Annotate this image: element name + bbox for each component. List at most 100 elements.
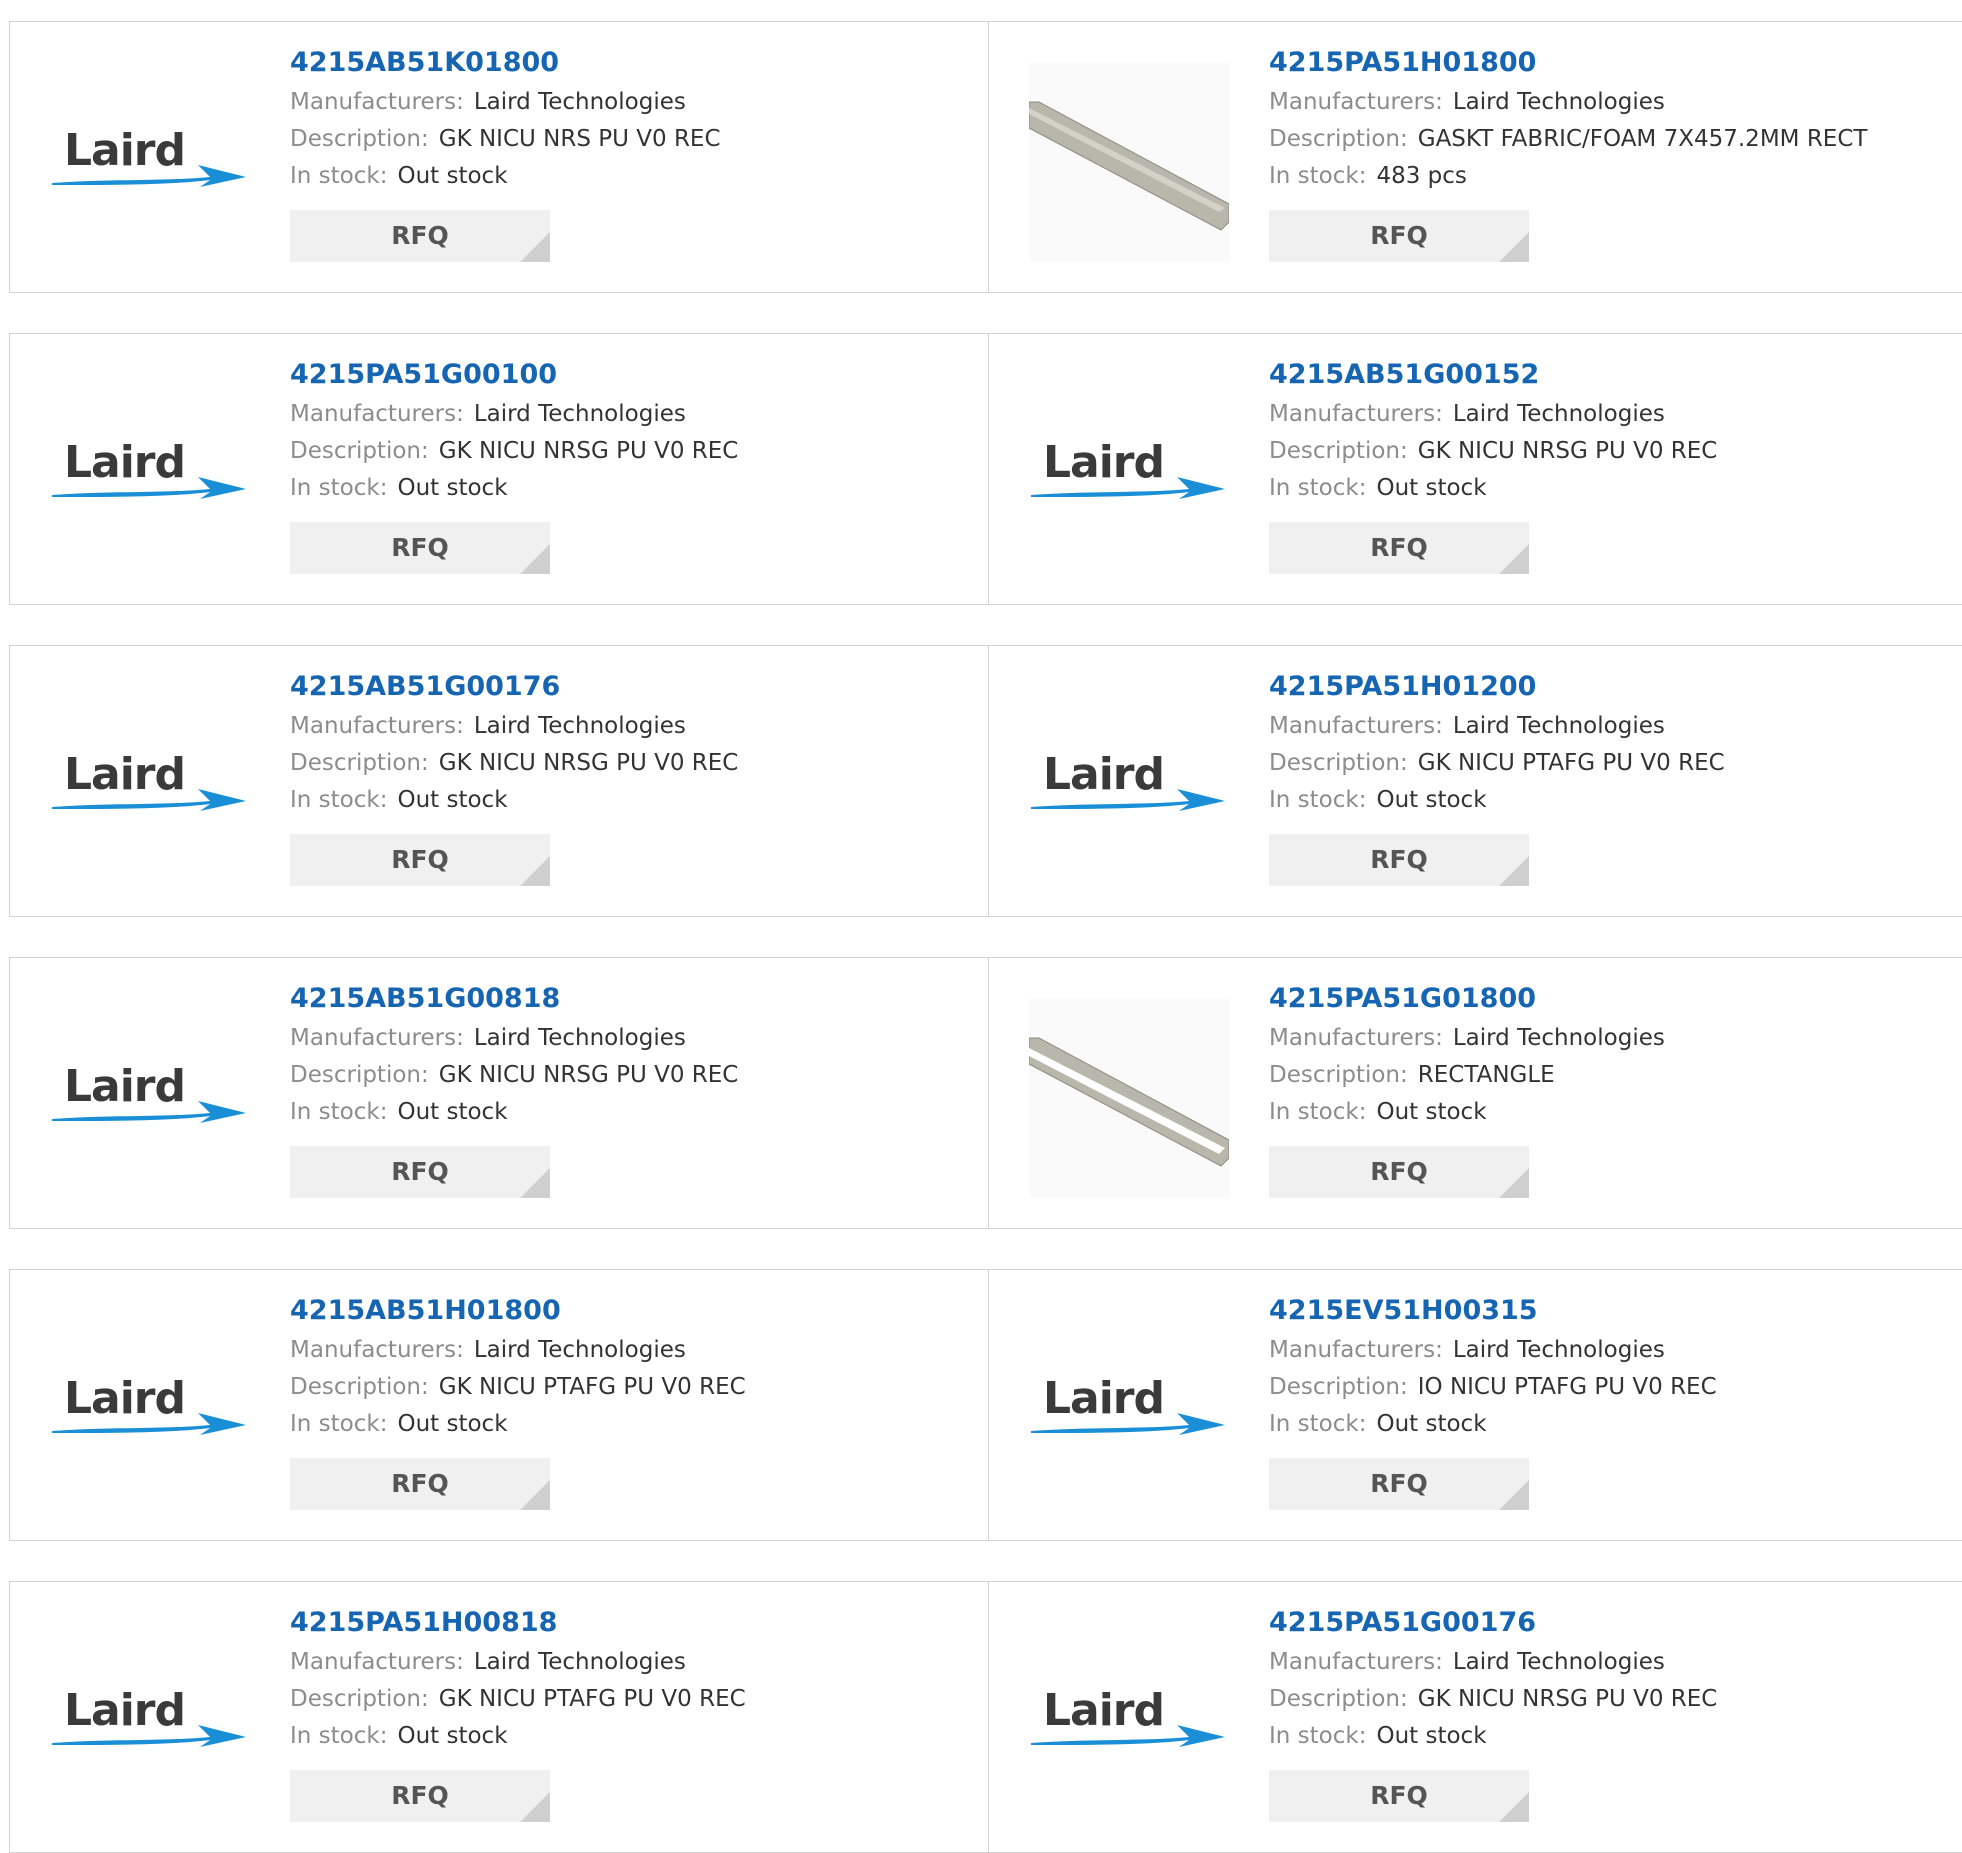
manufacturer-value: Laird Technologies bbox=[473, 713, 686, 739]
rfq-button[interactable]: RFQ bbox=[1269, 1770, 1529, 1822]
product-image[interactable]: Laird bbox=[50, 998, 250, 1198]
part-number-link[interactable]: 4215PA51G01800 bbox=[1269, 982, 1943, 1020]
rfq-button[interactable]: RFQ bbox=[1269, 1146, 1529, 1198]
product-image[interactable]: Laird bbox=[1029, 1310, 1229, 1510]
description-value: GK NICU NRSG PU V0 REC bbox=[1417, 1686, 1718, 1712]
product-info: 4215PA51G00100 Manufacturers: Laird Techn… bbox=[290, 358, 968, 574]
product-info: 4215AB51G00176 Manufacturers: Laird Techn… bbox=[290, 670, 968, 886]
part-number-link[interactable]: 4215PA51H01200 bbox=[1269, 670, 1943, 708]
stock-label: In stock: bbox=[1269, 787, 1367, 813]
corner-triangle-icon bbox=[1499, 856, 1529, 886]
manufacturer-row: Manufacturers: Laird Technologies bbox=[1269, 1020, 1943, 1057]
rfq-button[interactable]: RFQ bbox=[290, 210, 550, 262]
manufacturer-label: Manufacturers: bbox=[290, 89, 464, 115]
rfq-button[interactable]: RFQ bbox=[290, 1770, 550, 1822]
product-card: Laird 4215PA51G00100 Manufacturers: Laird… bbox=[10, 334, 989, 604]
stock-value: Out stock bbox=[1376, 475, 1487, 501]
stock-row: In stock: Out stock bbox=[1269, 1718, 1943, 1755]
stock-row: In stock: Out stock bbox=[290, 1406, 968, 1443]
description-value: GK NICU PTAFG PU V0 REC bbox=[438, 1686, 746, 1712]
part-number-link[interactable]: 4215AB51K01800 bbox=[290, 46, 968, 84]
description-value: GK NICU NRSG PU V0 REC bbox=[438, 438, 739, 464]
corner-triangle-icon bbox=[1499, 1480, 1529, 1510]
product-info: 4215EV51H00315 Manufacturers: Laird Techn… bbox=[1269, 1294, 1943, 1510]
product-image[interactable]: Laird bbox=[1029, 374, 1229, 574]
manufacturer-value: Laird Technologies bbox=[1452, 1337, 1665, 1363]
rfq-label: RFQ bbox=[391, 1157, 449, 1186]
part-number-link[interactable]: 4215AB51H01800 bbox=[290, 1294, 968, 1332]
stock-row: In stock: Out stock bbox=[290, 1718, 968, 1755]
manufacturer-label: Manufacturers: bbox=[290, 401, 464, 427]
manufacturer-row: Manufacturers: Laird Technologies bbox=[1269, 1332, 1943, 1369]
description-row: Description: GK NICU NRS PU V0 REC bbox=[290, 121, 968, 158]
product-card: Laird 4215AB51G00176 Manufacturers: Laird… bbox=[10, 646, 989, 916]
manufacturer-row: Manufacturers: Laird Technologies bbox=[1269, 84, 1943, 121]
product-image[interactable] bbox=[1029, 62, 1229, 262]
description-row: Description: GK NICU PTAFG PU V0 REC bbox=[290, 1681, 968, 1718]
manufacturer-row: Manufacturers: Laird Technologies bbox=[1269, 396, 1943, 433]
rfq-button[interactable]: RFQ bbox=[290, 1146, 550, 1198]
description-label: Description: bbox=[290, 1374, 429, 1400]
rfq-button[interactable]: RFQ bbox=[290, 1458, 550, 1510]
product-image[interactable]: Laird bbox=[50, 686, 250, 886]
manufacturer-label: Manufacturers: bbox=[1269, 89, 1443, 115]
stock-label: In stock: bbox=[290, 787, 388, 813]
rfq-button[interactable]: RFQ bbox=[1269, 210, 1529, 262]
stock-label: In stock: bbox=[290, 1411, 388, 1437]
product-image[interactable] bbox=[1029, 998, 1229, 1198]
product-card: Laird 4215AB51G00152 Manufacturers: Laird… bbox=[989, 334, 1962, 604]
manufacturer-label: Manufacturers: bbox=[290, 1649, 464, 1675]
part-number-link[interactable]: 4215AB51G00152 bbox=[1269, 358, 1943, 396]
product-image[interactable]: Laird bbox=[50, 374, 250, 574]
stock-label: In stock: bbox=[290, 475, 388, 501]
stock-row: In stock: Out stock bbox=[290, 1094, 968, 1131]
laird-swoosh-icon bbox=[52, 1725, 246, 1747]
rfq-label: RFQ bbox=[391, 1469, 449, 1498]
rfq-button[interactable]: RFQ bbox=[290, 834, 550, 886]
product-image[interactable]: Laird bbox=[50, 1310, 250, 1510]
description-row: Description: GASKT FABRIC/FOAM 7X457.2MM … bbox=[1269, 121, 1943, 158]
stock-label: In stock: bbox=[1269, 163, 1367, 189]
description-row: Description: GK NICU PTAFG PU V0 REC bbox=[290, 1369, 968, 1406]
stock-row: In stock: Out stock bbox=[290, 782, 968, 819]
rfq-button[interactable]: RFQ bbox=[1269, 1458, 1529, 1510]
manufacturer-label: Manufacturers: bbox=[290, 1337, 464, 1363]
description-label: Description: bbox=[290, 750, 429, 776]
part-number-link[interactable]: 4215PA51G00100 bbox=[290, 358, 968, 396]
laird-logo: Laird bbox=[50, 751, 250, 821]
description-value: GK NICU NRSG PU V0 REC bbox=[438, 1062, 739, 1088]
rfq-button[interactable]: RFQ bbox=[290, 522, 550, 574]
stock-row: In stock: Out stock bbox=[1269, 470, 1943, 507]
manufacturer-row: Manufacturers: Laird Technologies bbox=[290, 708, 968, 745]
laird-swoosh-icon bbox=[1031, 1413, 1225, 1435]
rfq-button[interactable]: RFQ bbox=[1269, 834, 1529, 886]
corner-triangle-icon bbox=[1499, 1168, 1529, 1198]
corner-triangle-icon bbox=[520, 1792, 550, 1822]
stock-row: In stock: Out stock bbox=[290, 158, 968, 195]
rfq-button[interactable]: RFQ bbox=[1269, 522, 1529, 574]
stock-value: Out stock bbox=[1376, 1099, 1487, 1125]
part-number-link[interactable]: 4215AB51G00818 bbox=[290, 982, 968, 1020]
manufacturer-value: Laird Technologies bbox=[473, 1337, 686, 1363]
manufacturer-row: Manufacturers: Laird Technologies bbox=[290, 396, 968, 433]
product-info: 4215AB51G00818 Manufacturers: Laird Techn… bbox=[290, 982, 968, 1198]
description-label: Description: bbox=[290, 1686, 429, 1712]
part-number-link[interactable]: 4215PA51G00176 bbox=[1269, 1606, 1943, 1644]
product-image[interactable]: Laird bbox=[50, 1622, 250, 1822]
description-label: Description: bbox=[290, 126, 429, 152]
manufacturer-row: Manufacturers: Laird Technologies bbox=[290, 1020, 968, 1057]
product-image[interactable]: Laird bbox=[1029, 686, 1229, 886]
product-image[interactable]: Laird bbox=[50, 62, 250, 262]
description-label: Description: bbox=[1269, 1374, 1408, 1400]
description-row: Description: GK NICU NRSG PU V0 REC bbox=[290, 433, 968, 470]
product-image[interactable]: Laird bbox=[1029, 1622, 1229, 1822]
description-label: Description: bbox=[290, 438, 429, 464]
manufacturer-label: Manufacturers: bbox=[1269, 1649, 1443, 1675]
part-number-link[interactable]: 4215PA51H01800 bbox=[1269, 46, 1943, 84]
part-number-link[interactable]: 4215EV51H00315 bbox=[1269, 1294, 1943, 1332]
product-card: Laird 4215AB51H01800 Manufacturers: Laird… bbox=[10, 1270, 989, 1540]
part-number-link[interactable]: 4215PA51H00818 bbox=[290, 1606, 968, 1644]
product-row: Laird 4215AB51H01800 Manufacturers: Laird… bbox=[9, 1269, 1962, 1541]
description-label: Description: bbox=[1269, 750, 1408, 776]
part-number-link[interactable]: 4215AB51G00176 bbox=[290, 670, 968, 708]
